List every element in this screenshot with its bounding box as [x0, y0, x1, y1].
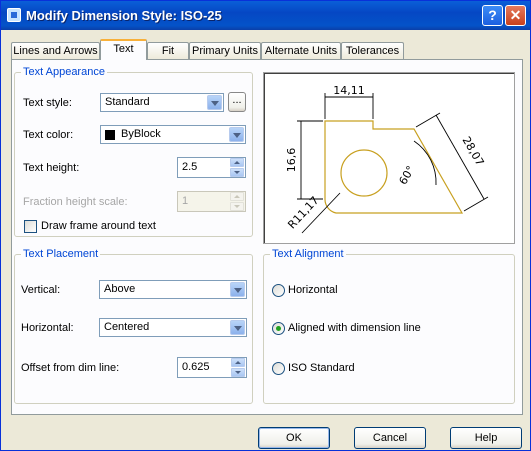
spin-up-icon[interactable]	[231, 358, 245, 367]
vertical-combo[interactable]: Above	[99, 280, 247, 299]
help-button[interactable]: Help	[450, 427, 522, 449]
title-bar[interactable]: Modify Dimension Style: ISO-25 ? ✕	[1, 1, 530, 30]
preview-drawing: 14,11 16,6 28,07 60° R11,17	[285, 84, 489, 234]
text-height-spinner[interactable]: 2.5	[177, 157, 246, 178]
tab-primary-units[interactable]: Primary Units	[189, 42, 261, 60]
text-alignment-title: Text Alignment	[270, 248, 346, 260]
text-appearance-group: Text Appearance Text style: Standard ...…	[14, 66, 253, 237]
fraction-height-spinner[interactable]: 1	[177, 191, 246, 212]
text-color-combo[interactable]: ByBlock	[100, 125, 246, 144]
window-title: Modify Dimension Style: ISO-25	[26, 8, 222, 23]
spin-up-icon[interactable]	[230, 192, 244, 201]
offset-value: 0.625	[182, 361, 210, 373]
fraction-height-label: Fraction height scale:	[23, 196, 128, 208]
text-alignment-group: Text Alignment Horizontal Aligned with d…	[263, 248, 515, 404]
text-height-value: 2.5	[182, 161, 198, 173]
color-swatch	[105, 130, 115, 140]
chevron-down-icon[interactable]	[230, 320, 245, 335]
text-appearance-title: Text Appearance	[21, 66, 107, 78]
dim-angle-text: 60°	[396, 164, 417, 187]
radio-aligned-label[interactable]: Aligned with dimension line	[288, 322, 421, 334]
text-placement-title: Text Placement	[21, 248, 101, 260]
radio-horizontal-label[interactable]: Horizontal	[288, 284, 338, 296]
horizontal-combo[interactable]: Centered	[99, 318, 247, 337]
spin-up-icon[interactable]	[230, 158, 244, 167]
tab-strip: Lines and Arrows Text Fit Primary Units …	[11, 39, 523, 60]
tab-text[interactable]: Text	[100, 39, 147, 60]
tab-lines-and-arrows[interactable]: Lines and Arrows	[11, 42, 100, 60]
text-style-label: Text style:	[23, 97, 72, 109]
offset-spinner[interactable]: 0.625	[177, 357, 247, 378]
title-help-button[interactable]: ?	[482, 5, 503, 26]
tab-fit[interactable]: Fit	[147, 42, 189, 60]
app-icon	[7, 8, 21, 22]
text-height-label: Text height:	[23, 162, 80, 174]
browse-style-button[interactable]: ...	[228, 92, 246, 112]
horizontal-label: Horizontal:	[21, 322, 74, 334]
dim-radius-text: R11,17	[285, 194, 321, 231]
dim-top-text: 14,11	[333, 84, 365, 97]
spin-down-icon[interactable]	[231, 368, 245, 377]
radio-iso-standard-label[interactable]: ISO Standard	[288, 362, 355, 374]
cancel-button[interactable]: Cancel	[354, 427, 426, 449]
radio-horizontal[interactable]	[272, 284, 285, 297]
offset-label: Offset from dim line:	[21, 362, 120, 374]
spin-down-icon[interactable]	[230, 168, 244, 177]
vertical-label: Vertical:	[21, 284, 61, 296]
spin-down-icon[interactable]	[230, 202, 244, 211]
dim-left-text: 16,6	[285, 148, 298, 173]
vertical-value: Above	[104, 283, 136, 295]
fraction-height-value: 1	[182, 195, 189, 207]
horizontal-value: Centered	[104, 321, 150, 333]
chevron-down-icon[interactable]	[207, 95, 222, 110]
text-placement-group: Text Placement Vertical: Above Horizonta…	[14, 248, 253, 404]
ok-button[interactable]: OK	[258, 427, 330, 449]
draw-frame-label[interactable]: Draw frame around text	[41, 220, 156, 232]
radio-aligned[interactable]	[272, 322, 285, 335]
radio-iso-standard[interactable]	[272, 362, 285, 375]
dialog-window: Modify Dimension Style: ISO-25 ? ✕ Lines…	[0, 0, 531, 451]
tab-alternate-units[interactable]: Alternate Units	[261, 42, 341, 60]
draw-frame-checkbox[interactable]	[24, 220, 37, 233]
text-color-label: Text color:	[23, 129, 74, 141]
chevron-down-icon[interactable]	[230, 282, 245, 297]
dimension-preview: 14,11 16,6 28,07 60° R11,17	[263, 72, 515, 244]
text-color-value: ByBlock	[121, 128, 161, 140]
tab-tolerances[interactable]: Tolerances	[341, 42, 404, 60]
chevron-down-icon[interactable]	[229, 127, 244, 142]
text-style-combo[interactable]: Standard	[100, 93, 224, 112]
tab-panel: Text Appearance Text style: Standard ...…	[11, 59, 523, 415]
close-button[interactable]: ✕	[505, 5, 526, 26]
text-style-value: Standard	[105, 96, 150, 108]
